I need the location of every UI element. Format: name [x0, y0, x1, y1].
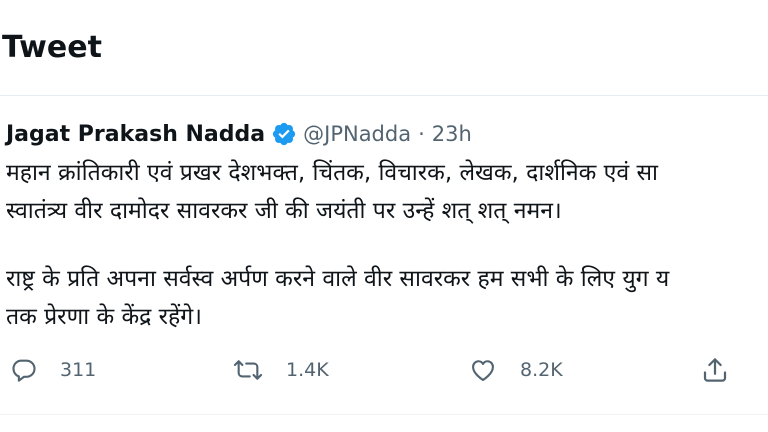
reply-count: 311	[60, 359, 97, 381]
share-icon	[700, 355, 730, 385]
reply-button[interactable]: 311	[10, 348, 96, 392]
tweet-card[interactable]: Jagat Prakash Nadda @JPNadda · 23h महान …	[0, 96, 768, 432]
tweet-bottom-divider	[0, 414, 768, 415]
tweet-line: महान क्रांतिकारी एवं प्रखर देशभक्त, चिंत…	[6, 160, 658, 186]
page-header: Tweet	[0, 0, 768, 96]
retweet-button[interactable]: 1.4K	[232, 348, 329, 392]
like-icon	[468, 356, 498, 384]
author-name[interactable]: Jagat Prakash Nadda	[6, 122, 265, 147]
separator-dot: ·	[418, 122, 425, 146]
tweet-line: तक प्रेरणा के केंद्र रहेंगे।	[6, 304, 202, 330]
verified-badge-icon	[271, 121, 297, 147]
like-count: 8.2K	[520, 359, 563, 381]
tweet-actions: 311 1.4K 8.2K	[0, 348, 768, 392]
tweet-paragraph: महान क्रांतिकारी एवं प्रखर देशभक्त, चिंत…	[6, 154, 768, 230]
tweet-line: स्वातंत्र्य वीर दामोदर सावरकर जी की जयंत…	[6, 198, 562, 224]
retweet-icon	[232, 356, 264, 384]
reply-icon	[10, 356, 38, 384]
tweet-paragraph: राष्ट्र के प्रति अपना सर्वस्व अर्पण करने…	[6, 260, 768, 336]
tweet-line: राष्ट्र के प्रति अपना सर्वस्व अर्पण करने…	[6, 266, 670, 292]
tweet-timestamp[interactable]: 23h	[432, 122, 472, 146]
retweet-count: 1.4K	[286, 359, 329, 381]
tweet-text: महान क्रांतिकारी एवं प्रखर देशभक्त, चिंत…	[6, 154, 768, 336]
tweet-author-row: Jagat Prakash Nadda @JPNadda · 23h	[6, 119, 472, 149]
page-title: Tweet	[2, 30, 102, 65]
share-button[interactable]	[700, 348, 730, 392]
like-button[interactable]: 8.2K	[468, 348, 563, 392]
author-handle[interactable]: @JPNadda	[303, 122, 411, 146]
